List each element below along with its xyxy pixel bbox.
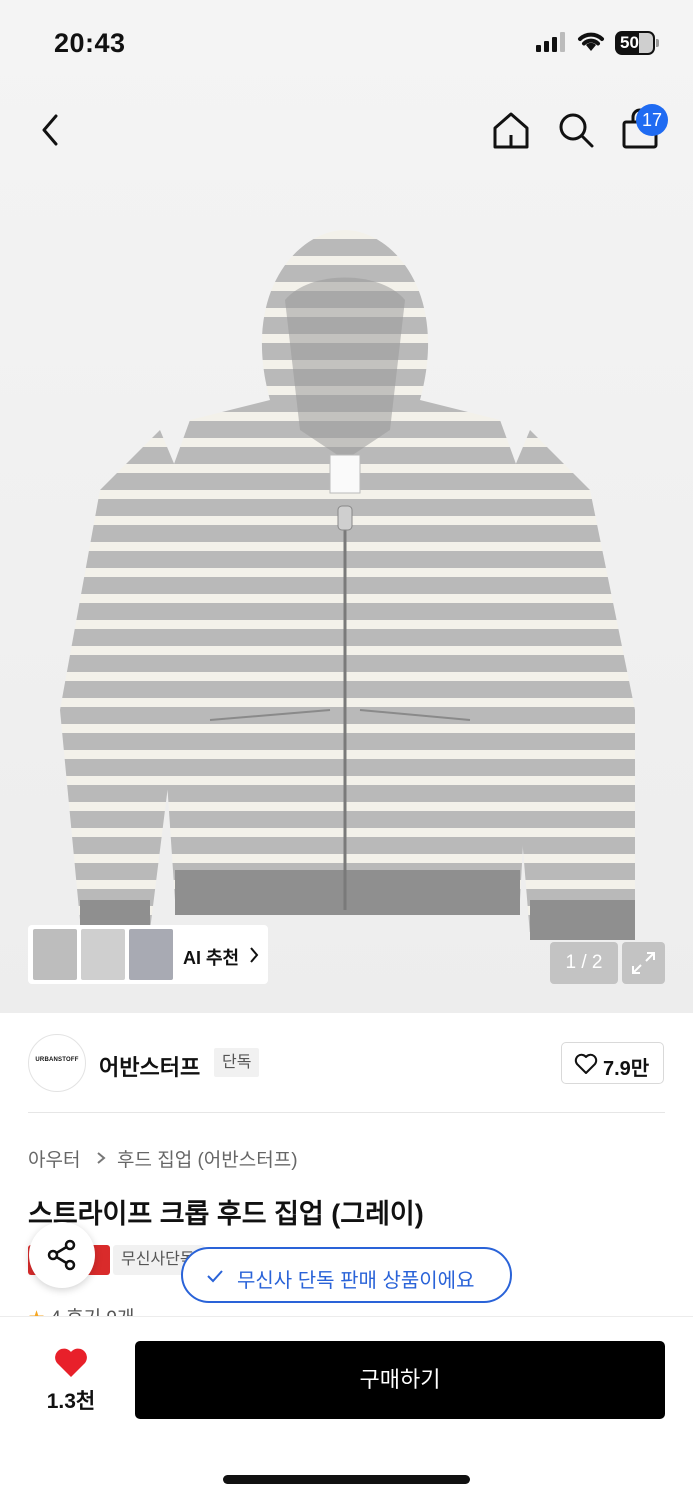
battery-icon: 50 xyxy=(615,31,659,55)
status-bar: 20:43 50 xyxy=(0,0,693,90)
chevron-right-icon xyxy=(97,1152,106,1164)
toast-text: 무신사 단독 판매 상품이에요 xyxy=(237,1270,475,1292)
ai-recommendation-label: AI 추천 xyxy=(183,948,240,968)
ai-recommendation-button[interactable]: AI 추천 xyxy=(28,925,268,984)
expand-button[interactable] xyxy=(622,942,665,984)
like-button[interactable]: 1.3천 xyxy=(40,1347,102,1413)
expand-icon xyxy=(632,952,655,974)
buy-button[interactable]: 구매하기 xyxy=(135,1341,665,1419)
divider xyxy=(28,1112,665,1113)
home-indicator xyxy=(223,1475,470,1484)
product-title: 스트라이프 크롭 후드 집업 (그레이) xyxy=(28,1199,424,1229)
brand-like-button[interactable]: 7.9만 xyxy=(561,1042,664,1084)
like-count: 1.3천 xyxy=(46,1390,96,1413)
bottom-purchase-bar: 1.3천 구매하기 xyxy=(0,1316,693,1500)
search-icon xyxy=(559,113,594,148)
breadcrumb-category[interactable]: 아우터 xyxy=(28,1145,80,1172)
check-icon xyxy=(207,1270,223,1283)
chevron-left-icon xyxy=(42,114,58,146)
share-icon xyxy=(47,1239,76,1271)
brand-logo-text: URBANSTOFF xyxy=(35,1057,79,1063)
home-icon xyxy=(493,112,529,149)
status-time: 20:43 xyxy=(54,28,126,58)
product-gallery[interactable]: 20:43 50 17 AI 추천 1 / 2 xyxy=(0,0,693,1013)
heart-outline-icon xyxy=(574,1053,598,1074)
search-button[interactable] xyxy=(556,110,596,150)
back-button[interactable] xyxy=(34,110,70,150)
cellular-signal-icon xyxy=(536,32,565,52)
image-pager: 1 / 2 xyxy=(550,942,618,984)
brand-logo[interactable]: URBANSTOFF xyxy=(28,1034,86,1092)
breadcrumb-subcategory[interactable]: 후드 집업 (어반스터프) xyxy=(117,1145,298,1172)
product-image[interactable] xyxy=(40,230,650,950)
share-button[interactable] xyxy=(29,1222,95,1288)
ai-thumbnail[interactable] xyxy=(33,929,77,980)
brand-like-count: 7.9만 xyxy=(603,1058,650,1080)
wifi-icon xyxy=(578,32,604,51)
cart-count-badge: 17 xyxy=(636,104,668,136)
heart-filled-icon xyxy=(55,1348,87,1377)
chevron-right-icon xyxy=(250,947,259,963)
ai-thumbnail[interactable] xyxy=(81,929,125,980)
brand-name[interactable]: 어반스터프 xyxy=(99,1050,200,1082)
ai-thumbnail[interactable] xyxy=(129,929,173,980)
brand-row: URBANSTOFF 어반스터프 단독 7.9만 xyxy=(0,1013,693,1113)
battery-level: 50 xyxy=(620,33,639,52)
exclusive-tag: 단독 xyxy=(214,1048,260,1077)
exclusive-toast: 무신사 단독 판매 상품이에요 xyxy=(181,1247,512,1303)
cart-button[interactable]: 17 xyxy=(620,104,670,152)
home-button[interactable] xyxy=(491,110,531,150)
